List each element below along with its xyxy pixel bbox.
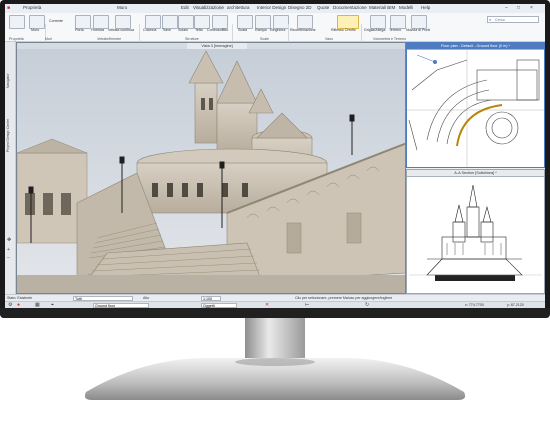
menu-interior-design[interactable]: Interior Design [257, 5, 286, 10]
ribbon-button-solaio[interactable] [178, 15, 194, 29]
menu-materiali-bim[interactable]: Materiali BIM [369, 5, 395, 10]
ribbon-label-colonna: Colonna [143, 28, 157, 32]
maximize-icon[interactable]: □ [517, 6, 520, 11]
command-bar: ⚙ ● ▦ ⌖ Ground floor Oggetti ✕ ⊢ ↻ x: 77… [5, 301, 545, 308]
app-logo-icon: ■ [7, 5, 11, 11]
snap-icon[interactable]: ⌖ [51, 303, 54, 308]
ribbon-button-vetrata[interactable] [115, 15, 131, 29]
section-drawing [407, 177, 544, 293]
ribbon-button-colonna[interactable] [145, 15, 161, 29]
menu-disegno-2d[interactable]: Disegno 2D [288, 5, 312, 10]
ribbon-label-finestra: Finestra [91, 28, 104, 32]
left-dock: Navigator Project Design Center ✥ + − [5, 42, 16, 294]
snap-value: Oggetti [203, 304, 215, 308]
ribbon-button-porta[interactable] [75, 15, 91, 29]
zoom-in-icon[interactable]: + [7, 248, 10, 253]
ribbon-label-griglia: Griglia/Allega [364, 28, 386, 32]
coord-y: y: 87.2120 [507, 303, 524, 307]
plan-view-title[interactable]: Floor plan - Default - Ground floor (0 m… [407, 43, 544, 50]
ribbon-button-scala[interactable] [237, 15, 253, 29]
menu-architettura[interactable]: architettura [227, 5, 250, 10]
menu-visualizzazione[interactable]: Visualizzazione [193, 5, 224, 10]
zoom-out-icon[interactable]: − [7, 256, 10, 261]
dock-tab-navigator[interactable]: Navigator [6, 48, 13, 88]
section-view[interactable]: A-A Section [Sottolinea] * [406, 169, 545, 294]
plan-view[interactable]: Floor plan - Default - Ground floor (0 m… [406, 42, 545, 168]
dock-tab-design-center[interactable]: Project Design Center [6, 92, 13, 152]
ribbon-label-terreno: Terreno [389, 28, 402, 32]
ribbon-button-rampa[interactable] [255, 15, 271, 29]
ribbon-button-trave[interactable] [162, 15, 178, 29]
ribbon-label-trave: Trave [162, 28, 172, 32]
delete-icon[interactable]: ✕ [265, 303, 269, 308]
menu-proprieta[interactable]: Proprietà [23, 5, 41, 10]
settings-icon[interactable]: ⚙ [8, 303, 12, 308]
ribbon-button-griglia[interactable] [370, 15, 386, 29]
ribbon-label-riflesso: Riflesso Orrofio [331, 28, 356, 32]
coord-x: x: 774.7700 [465, 303, 484, 307]
monitor-chin [0, 308, 550, 318]
menu-modelli[interactable]: Modelli [399, 5, 413, 10]
floor-plan-drawing [407, 50, 544, 167]
ribbon-button-riflesso[interactable] [337, 15, 359, 29]
ribbon-button-terreno[interactable] [390, 15, 406, 29]
ribbon-label-rampa: Rampa [255, 28, 267, 32]
ribbon-label-controsoffitto: Controsoffitto [207, 28, 229, 32]
menu-help[interactable]: Help [421, 5, 430, 10]
section-view-title[interactable]: A-A Section [Sottolinea] * [407, 170, 544, 177]
search-input[interactable]: ⌕ Cerca [487, 16, 539, 23]
pan-icon[interactable]: ✥ [7, 238, 11, 243]
ribbon-button-controsoffitto[interactable] [212, 15, 228, 29]
layer-status[interactable]: Stato: Esistente [7, 296, 32, 300]
measure-icon[interactable]: ⊢ [305, 303, 309, 308]
ribbon-label-solaio: Solaio [178, 28, 188, 32]
snap-select[interactable]: Oggetti [201, 303, 237, 308]
grid-icon[interactable]: ▦ [35, 303, 40, 308]
monitor-stand-base [84, 358, 466, 400]
ribbon: Muro Corrente Porta Finestra Vetrata con… [5, 13, 545, 48]
ribbon-label-ricombinazione: Ricombinazione [290, 28, 316, 32]
menu-muro[interactable]: Muro [117, 5, 127, 10]
ribbon-button-nuvola[interactable] [411, 15, 427, 29]
view-3d[interactable]: Vista 3 [Immagine] [16, 42, 406, 294]
ribbon-button-muro[interactable] [29, 15, 45, 29]
ribbon-button-finestra[interactable] [93, 15, 109, 29]
ribbon-label-ringhiera: Ringhiera [270, 28, 286, 32]
ribbon-button-proprieta[interactable] [9, 15, 25, 29]
ribbon-label-nuvola: Nuvola di Punti [406, 28, 431, 32]
record-icon[interactable]: ● [17, 303, 20, 308]
rotate-icon[interactable]: ↻ [365, 303, 369, 308]
ribbon-button-ricombinazione[interactable] [297, 15, 313, 29]
floor-select[interactable]: Ground floor [93, 303, 149, 308]
ribbon-label-scala: Scala [238, 28, 247, 32]
close-icon[interactable]: × [530, 6, 533, 11]
floor-value: Ground floor [95, 304, 115, 308]
ribbon-label-muro: Muro [31, 28, 40, 32]
menu-edit[interactable]: Edit [181, 5, 189, 10]
menu-documentazione[interactable]: Documentazione [333, 5, 367, 10]
menu-quote[interactable]: Quote [317, 5, 329, 10]
height-label: Alto [143, 296, 150, 300]
search-placeholder: Cerca [495, 18, 505, 22]
ribbon-label-corrente[interactable]: Corrente [49, 19, 63, 23]
ribbon-button-ringhiera[interactable] [273, 15, 289, 29]
ribbon-label-tetto: Tetto [195, 28, 203, 32]
castle-render [17, 49, 405, 293]
ribbon-label-porta: Porta [75, 28, 84, 32]
ribbon-button-tetto[interactable] [194, 15, 210, 29]
screen: ■ Proprietà Muro Edit Visualizzazione ar… [5, 4, 545, 308]
search-icon: ⌕ [489, 17, 492, 22]
hint-text: Clic per selezionare, premere Maiusc per… [295, 296, 393, 300]
minimize-icon[interactable]: – [505, 6, 508, 11]
ribbon-label-vetrata: Vetrata continua [108, 28, 134, 32]
